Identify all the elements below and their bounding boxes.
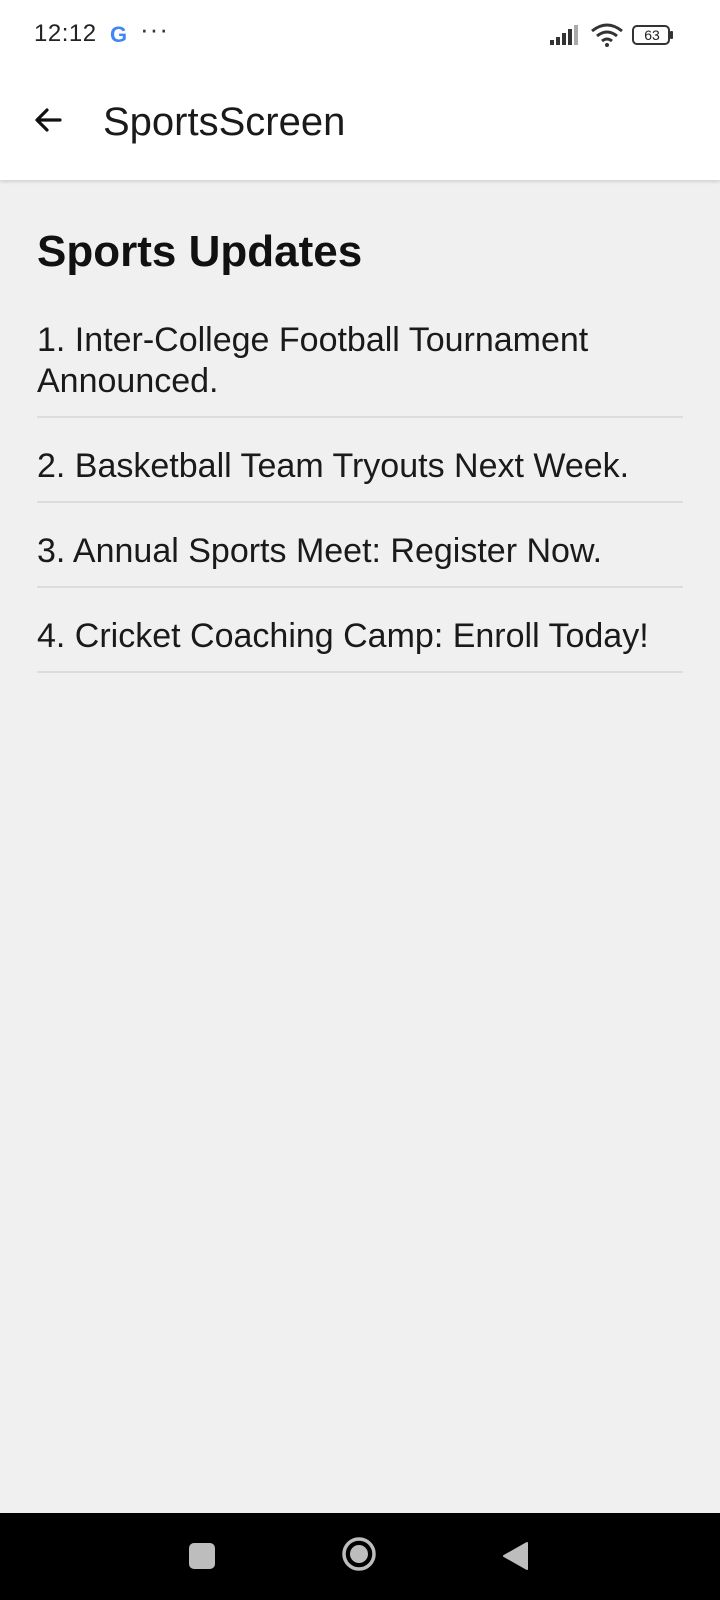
- app-bar: SportsScreen: [0, 72, 720, 180]
- status-time: 12:12: [34, 20, 97, 47]
- section-heading: Sports Updates: [37, 227, 363, 276]
- signal-icon: [550, 25, 578, 45]
- news-item[interactable]: 1. Inter-College Football Tournament Ann…: [37, 312, 683, 418]
- system-nav-bar: [0, 1513, 720, 1600]
- battery-level: 63: [644, 27, 660, 43]
- status-bar: 12:12 G ··· 63: [0, 0, 720, 72]
- news-item[interactable]: 3. Annual Sports Meet: Register Now.: [37, 503, 683, 588]
- recent-apps-button[interactable]: [189, 1543, 215, 1569]
- home-button[interactable]: [341, 1536, 377, 1572]
- news-item[interactable]: 2. Basketball Team Tryouts Next Week.: [37, 418, 683, 503]
- sports-screen: 12:12 G ··· 63 SportsScreen Sports Updat…: [0, 0, 720, 1600]
- app-title: SportsScreen: [103, 100, 346, 144]
- news-item[interactable]: 4. Cricket Coaching Camp: Enroll Today!: [37, 588, 683, 673]
- google-icon: G: [110, 22, 128, 47]
- news-list: 1. Inter-College Football Tournament Ann…: [37, 312, 683, 673]
- wifi-icon: [591, 23, 623, 47]
- more-notifications-icon: ···: [140, 14, 169, 44]
- arrow-left-icon: [35, 108, 62, 132]
- back-button[interactable]: [24, 96, 72, 144]
- back-nav-button[interactable]: [501, 1541, 529, 1571]
- main-content: Sports Updates 1. Inter-College Football…: [37, 180, 683, 673]
